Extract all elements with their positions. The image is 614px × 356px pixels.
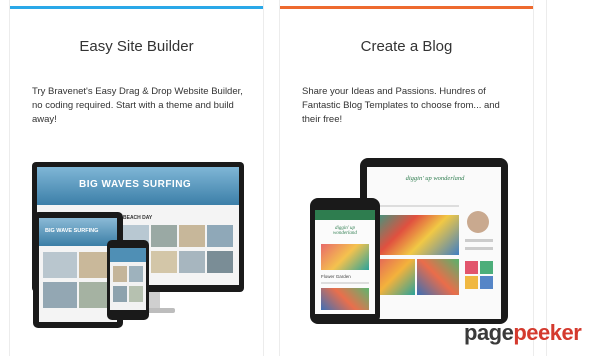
blog-script-title: diggin' up wonderland (405, 175, 465, 182)
card-accent-bar (280, 6, 533, 9)
card-accent-bar (10, 6, 263, 9)
blog-tablet-mockup: diggin' up wonderland (360, 158, 508, 324)
card-title: Create a Blog (360, 38, 453, 55)
page-divider (546, 0, 547, 356)
site-builder-card[interactable]: Easy Site Builder Try Bravenet's Easy Dr… (9, 0, 264, 356)
card-description: Share your Ideas and Passions. Hundres o… (302, 86, 500, 125)
card-title: Easy Site Builder (79, 38, 194, 55)
tablet-banner-text: BIG WAVE SURFING (45, 228, 99, 234)
banner-text: BIG WAVES SURFING (79, 179, 192, 190)
small-heading: BEACH DAY (123, 215, 153, 221)
phone-mockup (107, 240, 149, 320)
card-description: Try Bravenet's Easy Drag & Drop Website … (32, 86, 243, 125)
blog-phone-mockup: diggin' up wonderland Flower Garden (310, 198, 380, 324)
blog-card[interactable]: Create a Blog Share your Ideas and Passi… (279, 0, 534, 356)
phone-caption: Flower Garden (321, 274, 351, 279)
pagepeeker-watermark: pagepeeker (464, 320, 582, 345)
